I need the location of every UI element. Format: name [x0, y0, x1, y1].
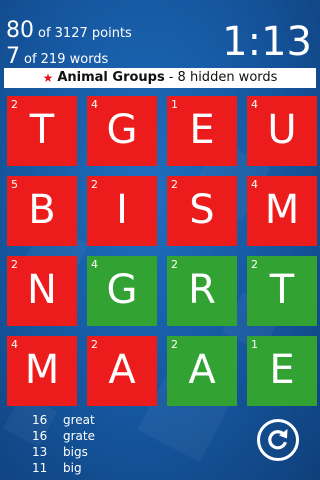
word-points: 16 — [32, 413, 48, 427]
letter-tile[interactable]: 2T — [247, 256, 317, 326]
letter-tile[interactable]: 4M — [247, 176, 317, 246]
letter-tile[interactable]: 2A — [167, 336, 237, 406]
letter-tile[interactable]: 1E — [247, 336, 317, 406]
words-value: 7 — [6, 44, 20, 69]
letter-tile[interactable]: 1E — [167, 96, 237, 166]
letter-tile[interactable]: 2I — [87, 176, 157, 246]
word-points: 16 — [32, 429, 48, 443]
tile-letter: N — [27, 267, 57, 313]
tile-letter: U — [267, 107, 297, 153]
hidden-word-count: - 8 hidden words — [168, 70, 278, 85]
tile-letter: G — [106, 267, 138, 313]
tile-letter: A — [108, 347, 136, 393]
tile-letter: B — [28, 187, 56, 233]
tile-letter: G — [106, 107, 138, 153]
game-timer: 1:13 — [222, 19, 312, 65]
word-points: 13 — [32, 445, 48, 459]
letter-tile[interactable]: 4M — [7, 336, 77, 406]
letter-tile[interactable]: 2T — [7, 96, 77, 166]
word-text: bigs — [63, 445, 88, 459]
tile-letter: T — [29, 107, 55, 153]
letter-tile[interactable]: 4G — [87, 96, 157, 166]
score-panel: 80 of 3127 points 7 of 219 words — [6, 18, 132, 70]
tile-letter: T — [269, 267, 295, 313]
points-row: 80 of 3127 points — [6, 18, 132, 44]
letter-tile[interactable]: 4U — [247, 96, 317, 166]
word-text: grate — [63, 429, 95, 443]
words-row: 7 of 219 words — [6, 44, 132, 70]
letter-tile[interactable]: 2A — [87, 336, 157, 406]
letter-tile[interactable]: 2R — [167, 256, 237, 326]
list-item: 16 grate — [32, 428, 95, 444]
tile-letter: M — [24, 347, 60, 393]
category-name: Animal Groups — [57, 70, 165, 85]
tile-letter: E — [189, 107, 215, 153]
letter-tile[interactable]: 2S — [167, 176, 237, 246]
category-banner: ★ Animal Groups - 8 hidden words — [4, 68, 316, 88]
found-words-list: 16 great 16 grate 13 bigs 11 big — [32, 412, 95, 476]
list-item: 13 bigs — [32, 444, 95, 460]
tile-letter: E — [269, 347, 295, 393]
points-suffix: of 3127 points — [38, 26, 132, 41]
letter-tile[interactable]: 4G — [87, 256, 157, 326]
letter-tile[interactable]: 5B — [7, 176, 77, 246]
restart-icon — [257, 419, 299, 461]
letter-tile[interactable]: 2N — [7, 256, 77, 326]
tile-letter: A — [188, 347, 216, 393]
tile-letter: R — [188, 267, 216, 313]
word-text: big — [63, 461, 82, 475]
restart-button[interactable] — [256, 418, 300, 462]
tile-letter: S — [189, 187, 215, 233]
words-suffix: of 219 words — [24, 52, 109, 67]
points-value: 80 — [6, 18, 34, 43]
word-text: great — [63, 413, 95, 427]
list-item: 16 great — [32, 412, 95, 428]
tile-letter: I — [116, 187, 128, 233]
list-item: 11 big — [32, 460, 95, 476]
word-points: 11 — [32, 461, 48, 475]
tile-letter: M — [264, 187, 300, 233]
star-icon: ★ — [42, 71, 54, 85]
